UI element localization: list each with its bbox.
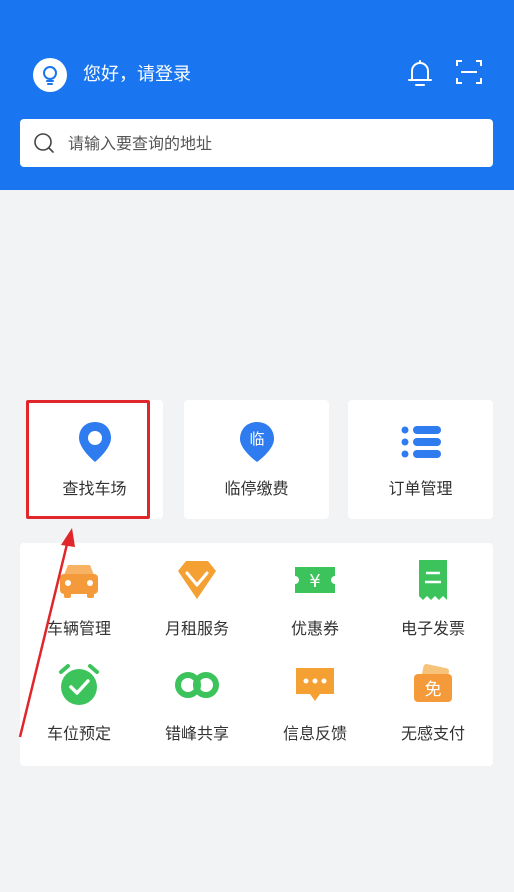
service-label: 电子发票	[400, 619, 465, 638]
svg-text:¥: ¥	[309, 571, 320, 592]
list-icon	[401, 426, 441, 458]
free-pass-icon: 免	[414, 664, 452, 702]
service-label: 车辆管理	[46, 619, 111, 638]
temporary-parking-fee-card[interactable]: 临 临停缴费	[184, 400, 329, 519]
service-label: 月租服务	[164, 619, 229, 638]
coupon-icon: ¥	[295, 567, 335, 593]
search-input[interactable]	[68, 129, 478, 157]
chat-bubble-icon	[296, 668, 334, 701]
temporary-parking-pin-icon: 临	[239, 422, 274, 462]
header-bar: 您好，请登录	[0, 0, 514, 190]
service-label: 信息反馈	[282, 724, 347, 743]
bell-icon[interactable]	[405, 58, 435, 88]
order-management-card[interactable]: 订单管理	[348, 400, 493, 519]
scan-icon[interactable]	[455, 58, 483, 86]
quick-action-label: 订单管理	[388, 479, 453, 498]
feedback-button[interactable]: 信息反馈	[256, 648, 374, 748]
login-prompt[interactable]: 您好，请登录	[83, 63, 191, 87]
service-label: 错峰共享	[164, 724, 229, 743]
svg-text:免: 免	[425, 680, 442, 700]
service-label: 优惠券	[290, 619, 339, 638]
service-label: 无感支付	[400, 724, 465, 743]
car-icon	[60, 565, 98, 598]
quick-action-label: 临停缴费	[224, 479, 289, 498]
search-bar[interactable]	[20, 119, 493, 167]
coupon-button[interactable]: ¥ 优惠券	[256, 543, 374, 643]
alarm-clock-icon	[59, 664, 99, 705]
services-panel: 车辆管理 月租服务 ¥ 优惠券 电子发票 车位预定 错峰共享 信息反馈 免 无感…	[20, 543, 493, 766]
diamond-icon	[178, 561, 216, 599]
search-icon	[34, 133, 54, 153]
lightbulb-icon	[43, 66, 57, 85]
invoice-icon	[419, 560, 447, 600]
avatar[interactable]	[33, 58, 67, 92]
space-reservation-button[interactable]: 车位预定	[20, 648, 138, 748]
electronic-invoice-button[interactable]: 电子发票	[374, 543, 492, 643]
service-label: 车位预定	[46, 724, 111, 743]
monthly-rental-button[interactable]: 月租服务	[138, 543, 256, 643]
contactless-payment-button[interactable]: 免 无感支付	[374, 648, 492, 748]
svg-text:临: 临	[249, 430, 264, 448]
vehicle-management-button[interactable]: 车辆管理	[20, 543, 138, 643]
infinity-icon	[175, 672, 219, 698]
off-peak-sharing-button[interactable]: 错峰共享	[138, 648, 256, 748]
highlight-box	[26, 400, 150, 519]
